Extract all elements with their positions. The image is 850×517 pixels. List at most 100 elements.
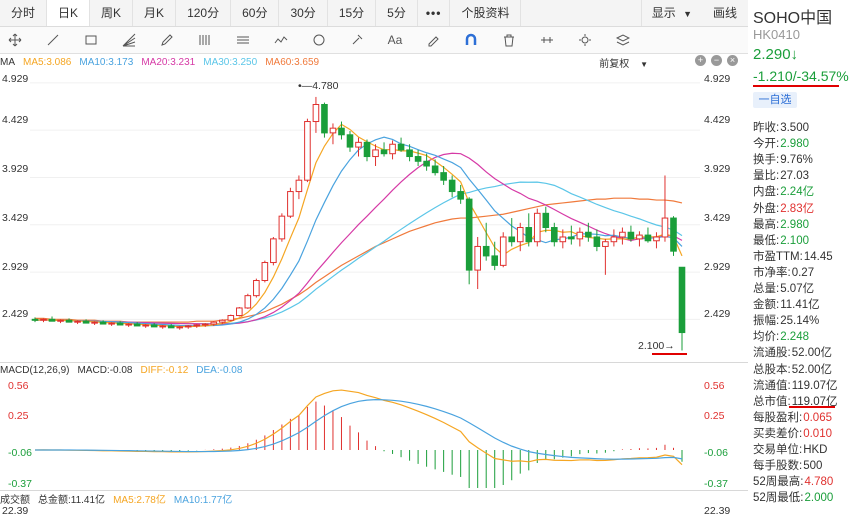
add-watchlist-button[interactable]: 一自选: [753, 92, 797, 108]
candle[interactable]: [610, 236, 618, 243]
candle[interactable]: [482, 245, 490, 257]
draw-line-button[interactable]: 画线: [702, 0, 748, 26]
candle[interactable]: [74, 320, 81, 323]
candle[interactable]: [627, 231, 635, 240]
candle[interactable]: [227, 315, 235, 321]
zoom-in-icon[interactable]: +: [695, 55, 706, 66]
candle[interactable]: [278, 215, 286, 240]
candle[interactable]: [576, 231, 584, 240]
tab-30min[interactable]: 30分: [279, 0, 328, 26]
line-icon[interactable]: [38, 29, 68, 51]
candle[interactable]: [636, 234, 643, 240]
tab-60min[interactable]: 60分: [231, 0, 280, 26]
candle[interactable]: [653, 236, 660, 242]
display-menu-button[interactable]: 显示 ▼: [640, 0, 702, 26]
candle[interactable]: [508, 236, 516, 243]
candle[interactable]: [261, 262, 269, 282]
candle[interactable]: [91, 321, 98, 324]
fan-icon[interactable]: [114, 29, 144, 51]
candle[interactable]: [65, 319, 73, 323]
channel-icon[interactable]: [228, 29, 258, 51]
candle[interactable]: [457, 191, 464, 200]
zoom-out-icon[interactable]: −: [711, 55, 722, 66]
candle[interactable]: [338, 127, 345, 136]
candle[interactable]: [184, 325, 192, 328]
candle[interactable]: [346, 134, 354, 148]
candle[interactable]: [380, 149, 388, 155]
candle[interactable]: [448, 179, 456, 193]
candle[interactable]: [108, 322, 115, 325]
trash-icon[interactable]: [494, 29, 524, 51]
candle[interactable]: [312, 103, 320, 123]
candle[interactable]: [295, 179, 303, 193]
cycle-icon[interactable]: [304, 29, 334, 51]
candle[interactable]: [440, 172, 447, 181]
candle[interactable]: [193, 324, 201, 327]
candle[interactable]: [397, 143, 405, 151]
candle[interactable]: [210, 321, 218, 325]
candle[interactable]: [321, 103, 328, 134]
candle[interactable]: [559, 236, 567, 243]
bars-icon[interactable]: [190, 29, 220, 51]
candle[interactable]: [363, 141, 371, 158]
range-icon[interactable]: [532, 29, 562, 51]
candle[interactable]: [150, 324, 158, 328]
candle[interactable]: [31, 318, 39, 321]
candle[interactable]: [116, 322, 124, 326]
candle[interactable]: [125, 323, 132, 326]
candle[interactable]: [474, 245, 481, 271]
adjust-selector[interactable]: 前复权 ▼: [599, 55, 656, 70]
candle[interactable]: [670, 217, 677, 252]
candle[interactable]: [491, 255, 499, 266]
tab-weekly-k[interactable]: 周K: [90, 0, 134, 26]
candle[interactable]: [423, 160, 430, 167]
tab-5min[interactable]: 5分: [376, 0, 418, 26]
text-icon[interactable]: Aa: [380, 29, 410, 51]
magnet-icon[interactable]: [456, 29, 486, 51]
candle[interactable]: [516, 227, 524, 243]
candle[interactable]: [244, 295, 252, 309]
candle[interactable]: [542, 212, 550, 229]
candle[interactable]: [661, 217, 669, 238]
tab-stock-info[interactable]: 个股资料: [450, 0, 522, 26]
candle[interactable]: [99, 321, 107, 325]
candle[interactable]: [602, 241, 609, 247]
candle[interactable]: [585, 231, 592, 238]
candle[interactable]: [48, 318, 56, 322]
candle[interactable]: [406, 149, 413, 158]
candle[interactable]: [176, 326, 184, 329]
brush-icon[interactable]: [418, 29, 448, 51]
candle[interactable]: [389, 143, 396, 155]
candle[interactable]: [619, 231, 626, 238]
candle[interactable]: [414, 156, 422, 162]
candle[interactable]: [431, 165, 439, 174]
candle[interactable]: [236, 307, 243, 317]
candle[interactable]: [465, 198, 473, 271]
candle[interactable]: [551, 227, 558, 243]
settings-icon[interactable]: [570, 29, 600, 51]
candle[interactable]: [57, 319, 64, 322]
move-icon[interactable]: [0, 29, 30, 51]
layers-icon[interactable]: [608, 29, 638, 51]
tab-daily-k[interactable]: 日K: [47, 0, 91, 26]
candle[interactable]: [499, 236, 507, 266]
candle[interactable]: [253, 280, 260, 297]
candle[interactable]: [304, 121, 311, 181]
candle[interactable]: [372, 149, 379, 158]
candle[interactable]: [329, 127, 337, 134]
candle[interactable]: [218, 319, 226, 323]
pen-icon[interactable]: [152, 29, 182, 51]
tab-monthly-k[interactable]: 月K: [133, 0, 177, 26]
more-tabs-button[interactable]: •••: [418, 0, 451, 26]
candle[interactable]: [533, 212, 541, 243]
candle[interactable]: [270, 238, 277, 264]
close-icon[interactable]: ×: [727, 55, 738, 66]
candle[interactable]: [159, 325, 166, 328]
macd-chart[interactable]: [0, 378, 748, 488]
rect-icon[interactable]: [76, 29, 106, 51]
candle[interactable]: [287, 191, 294, 217]
candle[interactable]: [167, 325, 175, 329]
candle[interactable]: [568, 236, 575, 240]
candle[interactable]: [82, 320, 90, 324]
tab-intraday[interactable]: 分时: [0, 0, 48, 26]
